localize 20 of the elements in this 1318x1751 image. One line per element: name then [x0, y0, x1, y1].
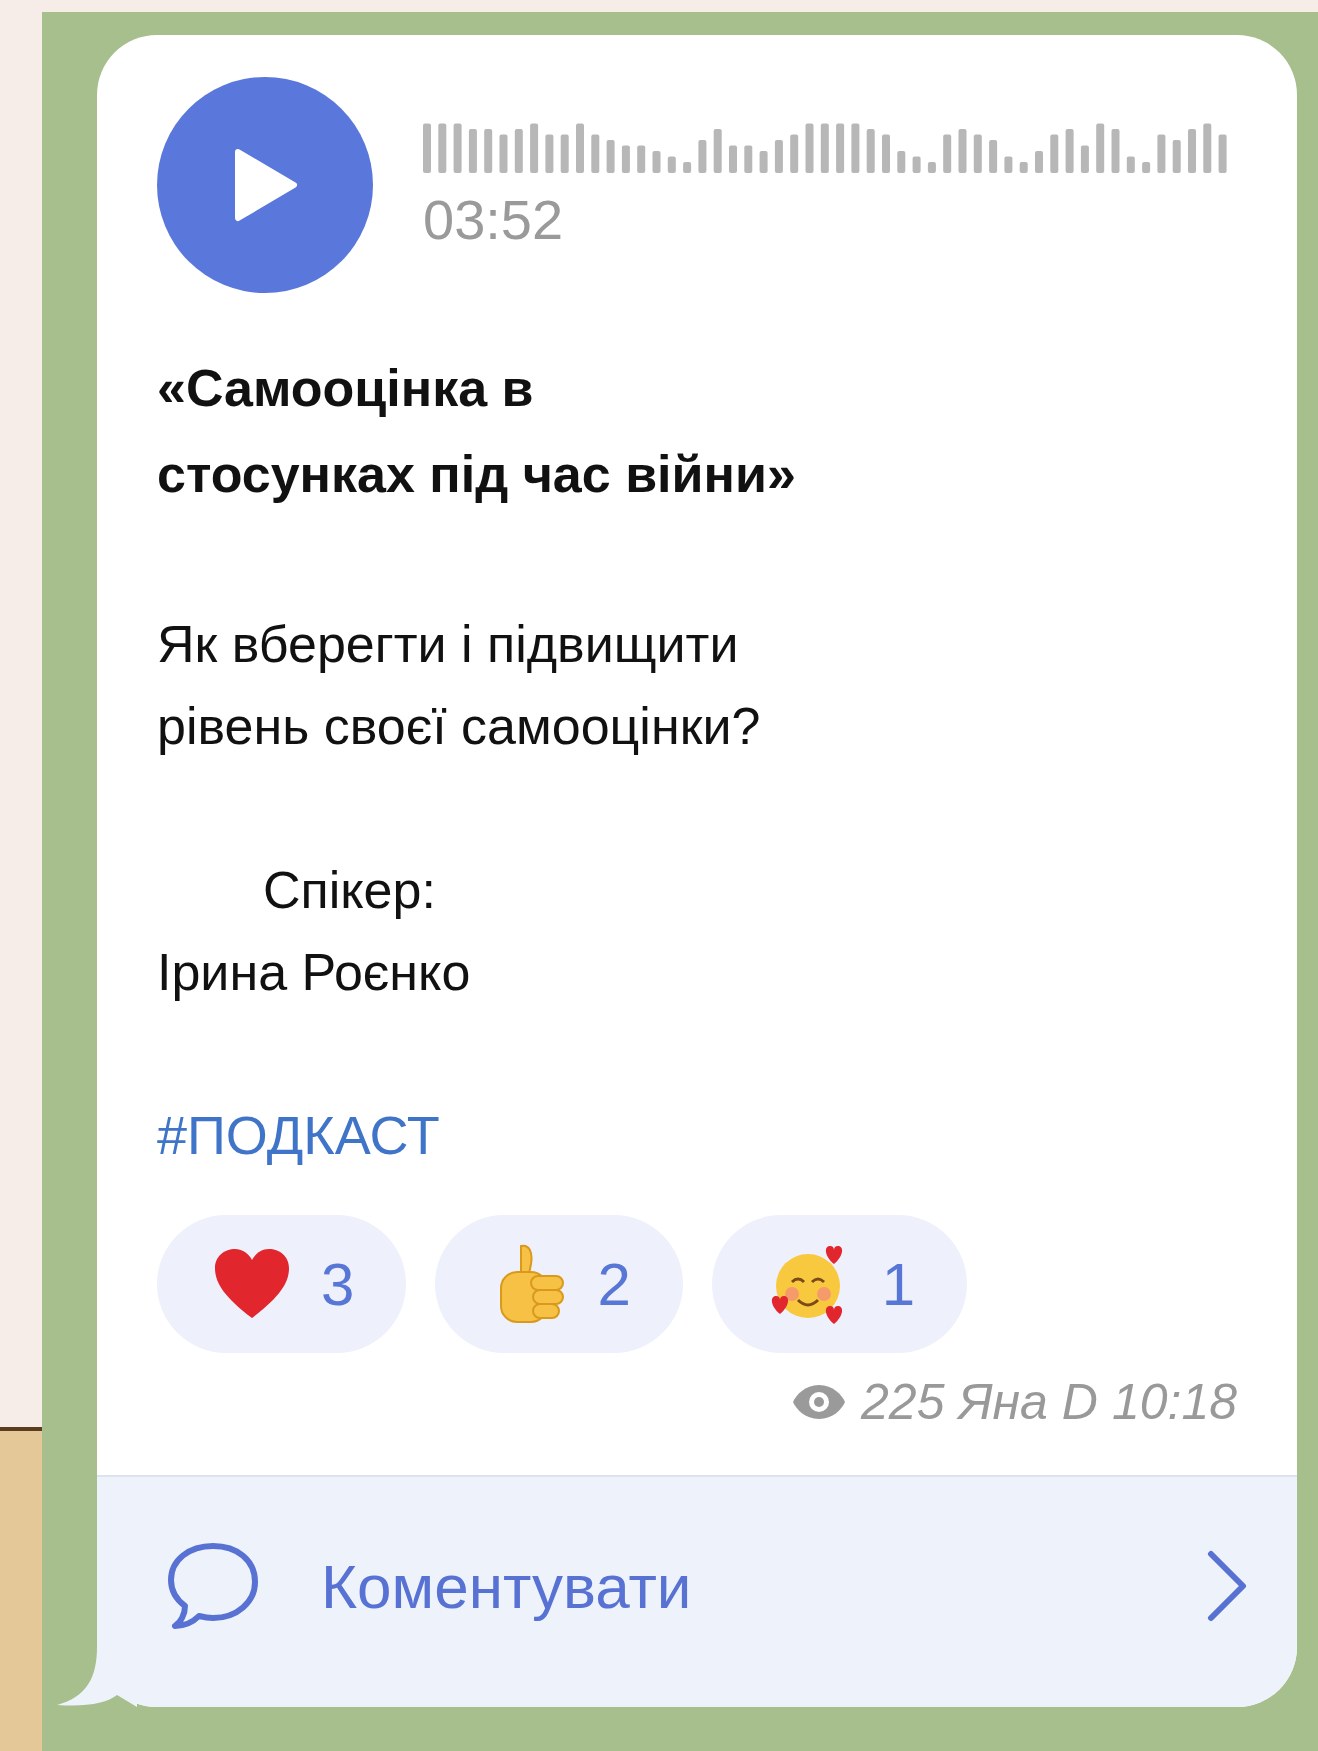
message-time: 10:18 [1111, 1373, 1237, 1431]
speech-bubble-icon [165, 1540, 261, 1632]
message-title: «Самооцінка в [157, 358, 535, 419]
reaction-button[interactable]: 3 [157, 1215, 407, 1353]
heart-icon [213, 1248, 291, 1320]
message-title: стосунках під час війни» [157, 444, 797, 505]
reaction-button[interactable]: 1 [711, 1215, 968, 1353]
reaction-button[interactable]: 2 [435, 1215, 683, 1353]
audio-duration: 03:52 [423, 186, 565, 252]
message-text: рівень своєї самооцінки? [157, 696, 762, 757]
speaker-name: Ірина Роєнко [157, 942, 472, 1003]
view-count: 225 [861, 1373, 945, 1431]
speaker-label: Спікер: [262, 860, 437, 921]
hashtag-link[interactable]: #ПОДКАСТ [157, 1099, 440, 1171]
author-name: Яна D [958, 1373, 1098, 1431]
eye-icon [791, 1383, 848, 1421]
message-text: Як вберегти і підвищити [157, 614, 740, 675]
chevron-right-icon [1207, 1550, 1247, 1622]
play-icon [232, 148, 298, 222]
comment-button[interactable]: Коментувати [97, 1475, 1297, 1707]
